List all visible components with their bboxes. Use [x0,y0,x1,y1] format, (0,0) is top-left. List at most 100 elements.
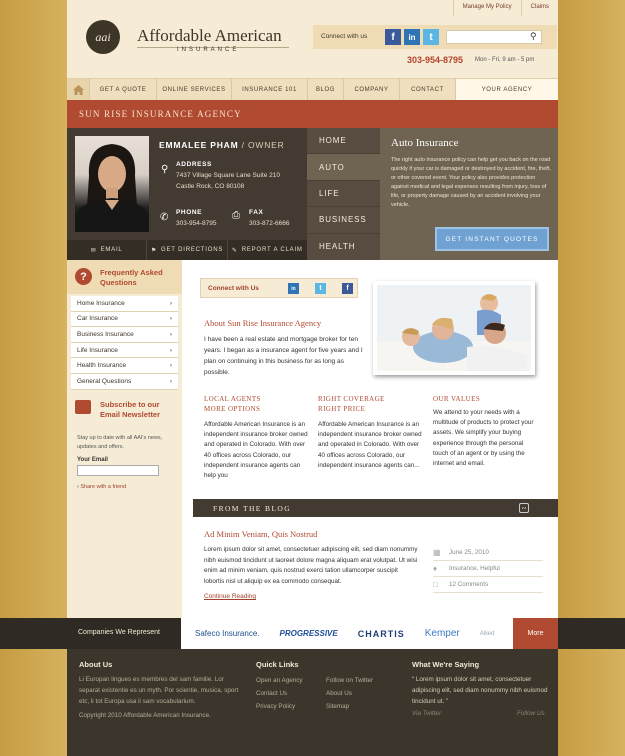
header: Manage My Policy Claims aai Affordable A… [67,0,558,78]
agent-name-text: EMMALEE PHAM [159,140,239,150]
faq-list: Home Insurance › Car Insurance › Business … [71,296,178,390]
nav-company[interactable]: COMPANY [344,79,400,101]
column-title-line1: RIGHT COVERAGE [318,395,385,403]
facebook-icon[interactable]: f [342,283,353,294]
agency-name: SUN RISE INSURANCE AGENCY [79,109,242,119]
address-line2: Castle Rock, CO 80108 [176,183,245,190]
home-icon[interactable] [67,79,90,101]
nav-blog[interactable]: BLOG [308,79,344,101]
post-comments[interactable]: □ 12 Comments [433,577,543,593]
logo-mark[interactable]: aai [86,20,120,54]
twitter-icon[interactable]: t [315,283,326,294]
office-hours: Mon - Fri, 9 am - 5 pm [475,57,535,63]
follow-us-link[interactable]: Follow Us [517,708,545,719]
email-button-label: EMAIL [100,247,123,253]
post-title[interactable]: Ad Minim Veniam, Quis Nostrud [204,529,317,539]
column-local-agents-title: LOCAL AGENTS MORE OPTIONS [204,394,261,414]
agency-band: SUN RISE INSURANCE AGENCY [67,100,558,128]
nav-online-services[interactable]: ONLINE SERVICES [157,79,232,101]
email-button[interactable]: ✉ EMAIL [67,240,148,260]
menu-life[interactable]: LIFE [307,181,380,208]
menu-auto[interactable]: AUTO [307,154,380,181]
facebook-icon[interactable]: f [385,29,401,45]
faq-item-business[interactable]: Business Insurance › [71,327,178,343]
link-follow-twitter[interactable]: Follow on Twitter [326,674,373,687]
search-icon[interactable]: ⚲ [530,31,537,42]
faq-item-car[interactable]: Car Insurance › [71,311,178,328]
nav-your-agency[interactable]: YOUR AGENCY [456,79,558,101]
menu-business[interactable]: BUSINESS [307,207,380,234]
auto-description: The right auto insurance policy can help… [391,157,551,208]
link-sitemap[interactable]: Sitemap [326,700,349,713]
post-comments-text: 12 Comments [449,581,489,588]
manage-policy-link[interactable]: Manage My Policy [452,0,521,16]
linkedin-icon[interactable]: in [404,29,420,45]
link-privacy-policy[interactable]: Privacy Policy [256,700,295,713]
twitter-icon[interactable]: t [423,29,439,45]
link-about-us[interactable]: About Us [326,687,352,700]
logo-safeco[interactable]: Safeco Insurance. [195,629,259,638]
logo-chartis[interactable]: CHARTIS [358,629,405,639]
column-title-line1: OUR VALUES [433,395,481,403]
nav-get-a-quote[interactable]: GET A QUOTE [90,79,157,101]
footer-copyright: Copyright 2010 Affordable American Insur… [79,712,211,719]
newsletter-email-input[interactable] [77,465,159,476]
blog-title: FROM THE BLOG [213,504,292,513]
header-phone: 303-954-8795 [407,55,464,65]
footer-quote-text: Lorem ipsum dolor sit amet, consectetuer… [412,676,548,705]
get-directions-button[interactable]: ⚑ GET DIRECTIONS [147,240,228,260]
page: Manage My Policy Claims aai Affordable A… [0,0,625,756]
email-label: Your Email [77,457,108,463]
blog-header-bar: FROM THE BLOG ∾ [193,499,558,517]
directions-icon: ⚑ [150,247,158,254]
logo-kemper[interactable]: Kemper [425,628,460,639]
newsletter-icon [75,400,91,414]
faq-item-general[interactable]: General Questions › [71,373,178,390]
faq-item-health[interactable]: Health Insurance › [71,358,178,374]
column-our-values-text: We attend to your needs with a multitude… [433,409,534,468]
rss-icon[interactable]: ∾ [519,503,529,513]
more-companies-button[interactable]: More [513,618,558,649]
main-nav: GET A QUOTE ONLINE SERVICES INSURANCE 10… [67,78,558,101]
quick-links-title: Quick Links [256,660,299,669]
menu-health[interactable]: HEALTH [307,234,380,260]
report-claim-button[interactable]: ✎ REPORT A CLAIM [228,240,307,260]
agent-profile: EMMALEE PHAM / OWNER ⚲ ADDRESS 7437 Vill… [67,128,307,260]
menu-home[interactable]: HOME [307,128,380,155]
address-label: ADDRESS [176,161,212,168]
get-instant-quotes-button[interactable]: GET INSTANT QUOTES [435,227,549,251]
link-contact-us[interactable]: Contact Us [256,687,287,700]
insurance-type-menu: HOME AUTO LIFE BUSINESS HEALTH [307,128,380,260]
logo-allied[interactable]: Allied [480,631,495,637]
chevron-right-icon: › [169,346,172,354]
auto-insurance-panel: Auto Insurance The right auto insurance … [380,128,558,260]
column-title-line2: MORE OPTIONS [204,405,261,413]
claims-link[interactable]: Claims [520,0,558,16]
get-directions-label: GET DIRECTIONS [161,247,224,253]
faq-item-home[interactable]: Home Insurance › [71,296,178,312]
agent-name: EMMALEE PHAM / OWNER [159,140,285,150]
faq-title: Frequently Asked Questions [100,268,163,287]
search-input[interactable] [446,30,542,44]
post-tags[interactable]: ♦ Insurance, Helpful [433,561,543,577]
tag-icon: ♦ [433,564,438,573]
link-open-agency[interactable]: Open an Agency [256,674,303,687]
linkedin-icon[interactable]: in [288,283,299,294]
column-title-line2: RIGHT PRICE [318,405,366,413]
faq-item-label: Car Insurance [77,315,118,323]
nav-insurance-101[interactable]: INSURANCE 101 [232,79,308,101]
nav-contact[interactable]: CONTACT [400,79,456,101]
auto-title: Auto Insurance [391,137,459,149]
logo-progressive[interactable]: PROGRESSIVE [279,629,337,638]
edit-icon: ✎ [231,247,238,254]
share-with-friend-link[interactable]: ‹ Share with a friend [77,484,126,490]
agent-photo [75,136,149,232]
connect-social-bar: Connect with Us in t f [200,278,358,298]
report-claim-label: REPORT A CLAIM [241,247,303,253]
continue-reading-link[interactable]: Continue Reading [204,593,256,600]
connect-label: Connect with us [321,33,368,40]
faq-item-life[interactable]: Life Insurance › [71,342,178,359]
logo-text[interactable]: Affordable American [137,26,282,46]
faq-item-label: General Questions [77,377,132,385]
footer-about-title: About Us [79,660,113,669]
